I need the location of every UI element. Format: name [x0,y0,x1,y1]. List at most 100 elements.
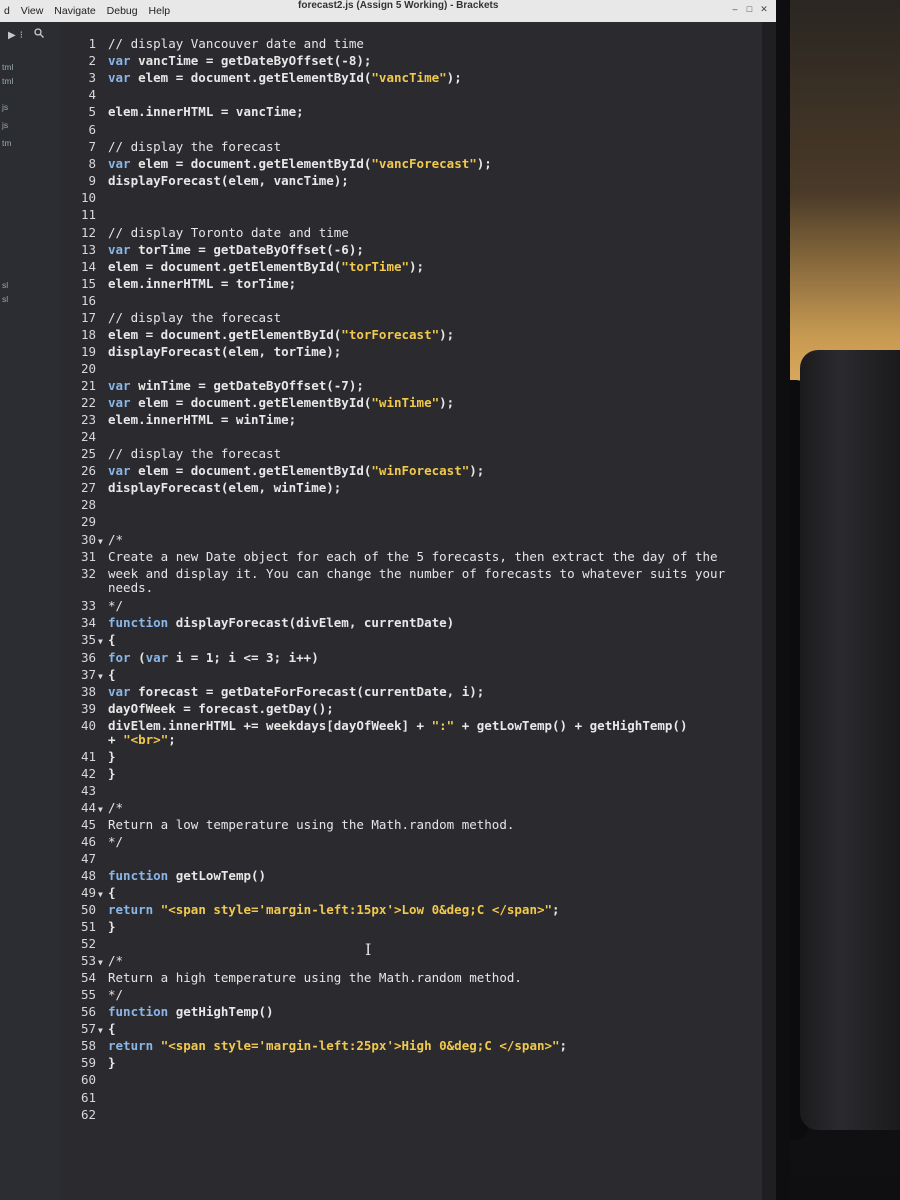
code-line[interactable]: 58 return "<span style='margin-left:25px… [60,1038,567,1054]
editor-scrollbar[interactable] [762,22,776,1200]
code-line[interactable]: 37 ▼ { [60,667,116,683]
code-editor[interactable]: 1 // display Vancouver date and time 2 var … [60,22,762,1200]
code-line[interactable]: 45 Return a low temperature using the Mat… [60,817,514,833]
code-line[interactable]: 53 ▼/* [60,953,123,969]
menu-edit[interactable]: d [0,0,14,17]
code-line[interactable]: 21 var winTime = getDateByOffset(-7); [60,378,364,394]
menu-navigate[interactable]: Navigate [50,0,99,17]
code-line[interactable]: 1 // display Vancouver date and time [60,36,363,52]
code-line[interactable]: 49 ▼{ [60,885,116,901]
sidebar-file[interactable]: sl [2,294,8,304]
line-number: 29 [80,514,96,529]
code-text: elem.innerHTML = vancTime; [108,104,304,119]
code-line[interactable]: 27 displayForecast(elem, winTime); [60,480,341,496]
code-line[interactable]: 46 */ [60,834,123,850]
code-line[interactable]: 10 [60,190,108,206]
code-line[interactable]: 54 Return a high temperature using the Ma… [60,970,522,986]
code-line[interactable]: 42} [60,766,116,782]
code-line[interactable]: 52 [60,936,108,952]
code-line[interactable]: 36 for (var i = 1; i <= 3; i++) [60,650,319,666]
line-number: 21 [80,378,96,393]
code-line[interactable]: 26 var elem = document.getElementById("wi… [60,463,484,479]
code-line[interactable]: 34 function displayForecast(divElem, curr… [60,615,454,631]
code-line[interactable]: 23 elem.innerHTML = winTime; [60,412,296,428]
sidebar-file[interactable]: js [2,120,8,130]
code-line[interactable]: 29 [60,514,108,530]
code-line[interactable]: 48 function getLowTemp() [60,868,266,884]
code-line[interactable]: 20 [60,361,108,377]
sidebar-file[interactable]: tml [2,76,13,86]
line-number: 60 [80,1072,96,1087]
code-line[interactable]: 62 [60,1107,108,1123]
code-line[interactable]: 44 ▼/* [60,800,123,816]
minimize-icon[interactable]: – [729,4,741,14]
menu-debug[interactable]: Debug [103,0,142,17]
code-line[interactable]: needs. [60,580,153,596]
code-line[interactable]: 61 [60,1090,108,1106]
fold-toggle-icon[interactable]: ▼ [98,1026,108,1035]
code-line[interactable]: 14 elem = document.getElementById("torTim… [60,259,424,275]
fold-toggle-icon[interactable]: ▼ [98,537,108,546]
code-line[interactable]: 4 [60,87,108,103]
code-line[interactable]: 9 displayForecast(elem, vancTime); [60,173,348,189]
code-line[interactable]: 38 var forecast = getDateForForecast(cur… [60,684,484,700]
code-line[interactable]: 56 function getHighTemp() [60,1004,274,1020]
code-line[interactable]: 25 // display the forecast [60,446,281,462]
code-text: needs. [108,580,154,595]
code-line[interactable]: 18 elem = document.getElementById("torFor… [60,327,454,343]
code-line[interactable]: + "<br>"; [60,732,176,748]
line-number: 14 [80,259,96,274]
line-number: 17 [80,310,96,325]
code-line[interactable]: 51} [60,919,116,935]
code-line[interactable]: 47 [60,851,108,867]
fold-toggle-icon[interactable]: ▼ [98,890,108,899]
code-line[interactable]: 7 // display the forecast [60,139,281,155]
menu-help[interactable]: Help [145,0,175,17]
code-line[interactable]: 8 var elem = document.getElementById("van… [60,156,491,172]
sidebar-file[interactable]: js [2,102,8,112]
code-line[interactable]: 24 [60,429,108,445]
fold-toggle-icon[interactable]: ▼ [98,958,108,967]
code-line[interactable]: 50 return "<span style='margin-left:15px… [60,902,560,918]
menu-view[interactable]: View [17,0,48,17]
fold-toggle-icon[interactable]: ▼ [98,805,108,814]
maximize-icon[interactable]: □ [743,4,755,14]
code-line[interactable]: 13 var torTime = getDateByOffset(-6); [60,242,364,258]
code-line[interactable]: 30 ▼/* [60,532,123,548]
code-line[interactable]: 15 elem.innerHTML = torTime; [60,276,296,292]
line-number: 39 [80,701,96,716]
code-line[interactable]: 2 var vancTime = getDateByOffset(-8); [60,53,371,69]
sidebar-file[interactable]: sl [2,280,8,290]
code-line[interactable]: 41 } [60,749,116,765]
code-line[interactable]: 43 [60,783,108,799]
menu-dots-icon[interactable]: ⁝ [20,30,27,41]
code-line[interactable]: 39 dayOfWeek = forecast.getDay(); [60,701,334,717]
fold-toggle-icon[interactable]: ▼ [98,672,108,681]
code-line[interactable]: 6 [60,122,108,138]
code-line[interactable]: 35 ▼{ [60,632,116,648]
code-line[interactable]: 12 // display Toronto date and time [60,225,349,241]
search-icon[interactable] [27,28,44,41]
code-line[interactable]: 31 Create a new Date object for each of t… [60,549,718,565]
sidebar-file[interactable]: tml [2,62,13,72]
sidebar-file[interactable]: tm [2,138,11,148]
code-line[interactable]: 55 */ [60,987,123,1003]
code-line[interactable]: 28 [60,497,108,513]
code-line[interactable]: 5 elem.innerHTML = vancTime; [60,104,304,120]
close-icon[interactable]: ✕ [758,4,770,15]
code-text: { [108,667,116,682]
code-line[interactable]: 17 // display the forecast [60,310,281,326]
code-line[interactable]: 59} [60,1055,116,1071]
code-line[interactable]: 16 [60,293,108,309]
code-line[interactable]: 11 [60,207,108,223]
code-line[interactable]: 22 var elem = document.getElementById("wi… [60,395,454,411]
code-line[interactable]: 33 */ [60,598,123,614]
code-line[interactable]: 32 week and display it. You can change th… [60,566,725,582]
play-icon[interactable]: ▶ [8,30,20,41]
code-line[interactable]: 3 var elem = document.getElementById("van… [60,70,461,86]
line-number: 43 [80,783,96,798]
code-line[interactable]: 60 [60,1072,108,1088]
code-line[interactable]: 19 displayForecast(elem, torTime); [60,344,341,360]
fold-toggle-icon[interactable]: ▼ [98,637,108,646]
code-line[interactable]: 57 ▼{ [60,1021,116,1037]
